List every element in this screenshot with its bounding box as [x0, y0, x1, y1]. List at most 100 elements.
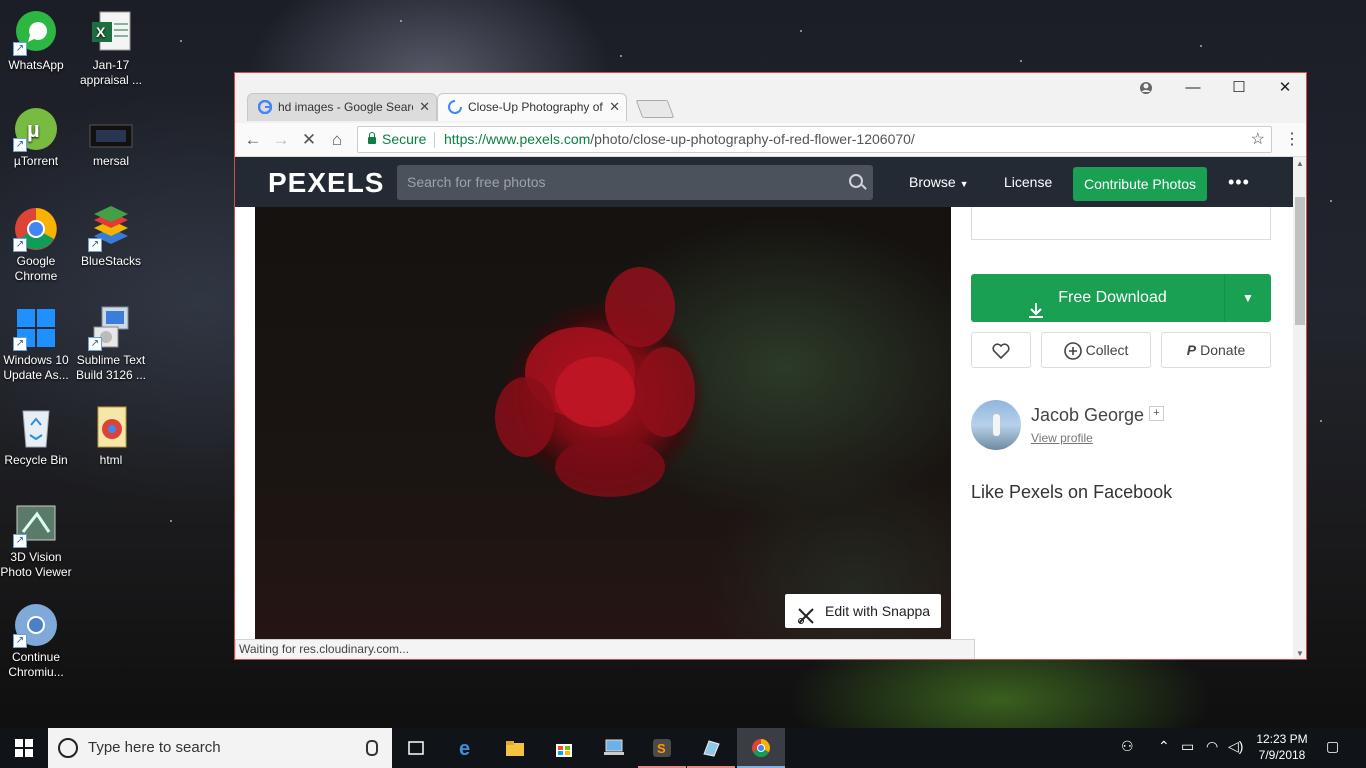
- desktop-icon-whatsapp[interactable]: ↗ WhatsApp: [0, 10, 74, 73]
- photo-viewer-icon: [701, 738, 721, 758]
- view-profile-link[interactable]: View profile: [1031, 431, 1093, 445]
- forward-button[interactable]: →: [269, 129, 293, 151]
- browse-menu[interactable]: Browse ▼: [909, 174, 969, 190]
- vertical-scrollbar[interactable]: ▲ ▼: [1293, 157, 1306, 659]
- volume-icon[interactable]: ◁): [1228, 738, 1243, 755]
- sublime-icon: S: [652, 738, 672, 758]
- pexels-search-input[interactable]: Search for free photos: [397, 165, 873, 200]
- red-rose-photo[interactable]: Edit with Snappa: [255, 207, 951, 639]
- taskbar-sublime[interactable]: S: [638, 728, 686, 768]
- facebook-heading: Like Pexels on Facebook: [971, 482, 1173, 502]
- taskbar-chrome[interactable]: [737, 728, 785, 768]
- tab-pexels-photo[interactable]: Close-Up Photography of Red Flower ✕: [437, 93, 627, 121]
- chrome-menu-icon[interactable]: ⋮: [1284, 129, 1300, 151]
- taskbar: Type here to search e S ⚇ ⌃ ▭ ◠ ◁) 12:23…: [0, 728, 1366, 768]
- maximize-button[interactable]: ☐: [1216, 77, 1262, 99]
- svg-text:µ: µ: [27, 117, 40, 142]
- windows-logo-icon: [14, 738, 34, 758]
- author-name[interactable]: Jacob George: [1031, 405, 1144, 426]
- desktop-icon-utorrent[interactable]: µ ↗ µTorrent: [0, 106, 74, 169]
- tab-google-search[interactable]: hd images - Google Search ✕: [247, 93, 437, 121]
- url-text[interactable]: https://www.pexels.com/photo/close-up-ph…: [444, 127, 915, 152]
- bluestacks-icon: ↗: [88, 206, 134, 252]
- status-bubble: Waiting for res.cloudinary.com...: [235, 639, 975, 659]
- battery-icon[interactable]: ▭: [1181, 738, 1194, 755]
- back-button[interactable]: ←: [241, 129, 265, 151]
- new-tab-button[interactable]: [635, 100, 675, 118]
- recycle-bin-icon: [13, 405, 59, 451]
- secure-indicator[interactable]: Secure: [368, 127, 426, 152]
- desktop-icon-bluestacks[interactable]: ↗ BlueStacks: [73, 206, 149, 269]
- people-icon[interactable]: ⚇: [1121, 738, 1134, 755]
- like-button[interactable]: [971, 332, 1031, 368]
- shortcut-arrow-icon: ↗: [13, 634, 27, 648]
- start-button[interactable]: [0, 728, 48, 768]
- store-icon: [554, 738, 574, 758]
- page-content: PEXELS Search for free photos Browse ▼ L…: [235, 157, 1293, 659]
- scrollbar-thumb[interactable]: [1295, 197, 1305, 325]
- home-button[interactable]: ⌂: [325, 129, 349, 151]
- loading-spinner-icon: [448, 100, 462, 114]
- close-tab-icon[interactable]: ✕: [609, 99, 620, 115]
- follow-plus-button[interactable]: +: [1149, 406, 1164, 421]
- task-view-icon: [406, 738, 426, 758]
- download-options-chevron-icon[interactable]: ▼: [1224, 274, 1271, 322]
- taskbar-this-pc[interactable]: [589, 728, 637, 768]
- close-tab-icon[interactable]: ✕: [419, 99, 430, 115]
- taskbar-file-explorer[interactable]: [491, 728, 539, 768]
- contribute-photos-button[interactable]: Contribute Photos: [1073, 167, 1207, 201]
- svg-text:e: e: [459, 738, 470, 758]
- installer-icon: ↗: [88, 305, 134, 351]
- more-menu-icon[interactable]: •••: [1228, 172, 1250, 193]
- desktop-icon-3d-vision[interactable]: ↗ 3D Vision Photo Viewer: [0, 502, 74, 580]
- google-icon: [257, 99, 273, 115]
- desktop-icon-windows-update[interactable]: ↗ Windows 10 Update As...: [0, 305, 74, 383]
- minimize-button[interactable]: —: [1170, 77, 1216, 99]
- desktop-icon-chrome[interactable]: ↗ Google Chrome: [0, 206, 74, 284]
- desktop-icon-sublime-installer[interactable]: ↗ Sublime Text Build 3126 ...: [73, 305, 149, 383]
- edge-icon: e: [457, 738, 477, 760]
- license-link[interactable]: License: [1004, 174, 1052, 190]
- sidebar-input-box[interactable]: [971, 207, 1271, 240]
- donate-button[interactable]: P Donate: [1161, 332, 1271, 368]
- address-bar[interactable]: Secure https://www.pexels.com/photo/clos…: [357, 126, 1272, 153]
- chrome-icon: [751, 738, 771, 758]
- notifications-icon[interactable]: ▢: [1326, 738, 1339, 755]
- close-window-button[interactable]: ✕: [1262, 77, 1306, 99]
- shortcut-arrow-icon: ↗: [88, 337, 102, 351]
- avatar[interactable]: [971, 400, 1021, 450]
- scroll-down-icon[interactable]: ▼: [1293, 649, 1306, 658]
- desktop-icon-excel[interactable]: X Jan-17 appraisal ...: [73, 10, 149, 88]
- edit-with-snappa-button[interactable]: Edit with Snappa: [785, 594, 941, 628]
- excel-file-icon: X: [88, 10, 134, 56]
- taskbar-edge[interactable]: e: [443, 728, 491, 768]
- browser-toolbar: ← → ✕ ⌂ Secure https://www.pexels.com/ph…: [235, 123, 1306, 157]
- desktop-icon-mersal[interactable]: mersal: [73, 119, 149, 169]
- desktop-icon-html[interactable]: html: [73, 405, 149, 468]
- taskbar-photo-viewer[interactable]: [687, 728, 735, 768]
- microphone-icon[interactable]: [366, 740, 378, 756]
- free-download-button[interactable]: Free Download ▼: [971, 274, 1271, 322]
- profile-icon[interactable]: [1123, 77, 1169, 99]
- desktop-icon-recycle-bin[interactable]: Recycle Bin: [0, 405, 74, 468]
- system-clock[interactable]: 12:23 PM 7/9/2018: [1254, 731, 1310, 763]
- wifi-icon[interactable]: ◠: [1206, 738, 1218, 755]
- chrome-icon: ↗: [13, 206, 59, 252]
- taskbar-search-input[interactable]: Type here to search: [48, 728, 392, 768]
- photo-sidebar: Free Download ▼ Collect P Donate Jacob Ge…: [951, 207, 1293, 659]
- collect-button[interactable]: Collect: [1041, 332, 1151, 368]
- bookmark-star-icon[interactable]: ☆: [1251, 127, 1265, 152]
- stop-loading-button[interactable]: ✕: [297, 129, 321, 151]
- pexels-logo[interactable]: PEXELS: [268, 167, 384, 199]
- scroll-up-icon[interactable]: ▲: [1293, 159, 1306, 168]
- show-hidden-icons-icon[interactable]: ⌃: [1158, 738, 1170, 755]
- download-main[interactable]: Free Download: [971, 274, 1224, 322]
- search-icon[interactable]: [849, 174, 863, 188]
- 3d-vision-icon: ↗: [13, 502, 59, 548]
- html-file-icon: [88, 405, 134, 451]
- desktop-icon-chromium[interactable]: ↗ Continue Chromiu...: [0, 602, 74, 680]
- chevron-down-icon: ▼: [959, 179, 969, 189]
- svg-text:X: X: [96, 24, 106, 40]
- taskbar-store[interactable]: [540, 728, 588, 768]
- task-view-button[interactable]: [392, 728, 440, 768]
